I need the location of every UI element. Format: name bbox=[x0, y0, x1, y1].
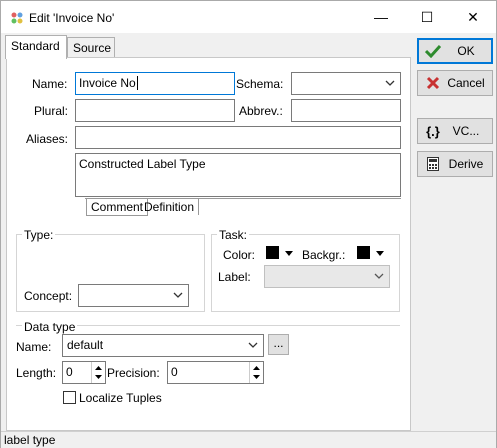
tab-source-label: Source bbox=[73, 41, 112, 55]
app-icon bbox=[9, 10, 25, 26]
subtab-comment[interactable]: Comment bbox=[86, 199, 149, 216]
cancel-button[interactable]: Cancel bbox=[417, 70, 493, 96]
spin-arrows-icon bbox=[95, 366, 102, 379]
tab-source[interactable]: Source bbox=[67, 37, 115, 59]
window-title: Edit 'Invoice No' bbox=[29, 11, 115, 25]
schema-select[interactable] bbox=[291, 72, 401, 95]
minimize-button[interactable]: — bbox=[358, 1, 404, 33]
title-bar[interactable]: Edit 'Invoice No' — ☐ ✕ bbox=[1, 1, 496, 33]
cancel-button-label: Cancel bbox=[447, 76, 485, 90]
localize-tuples-label[interactable]: Localize Tuples bbox=[79, 391, 162, 405]
tab-standard-label: Standard bbox=[11, 39, 60, 53]
name-label: Name: bbox=[32, 77, 68, 91]
chevron-down-icon bbox=[285, 251, 293, 256]
braces-icon: {.} bbox=[426, 123, 440, 139]
length-spinner[interactable]: 0 bbox=[62, 361, 106, 384]
abbrev-label: Abbrev.: bbox=[239, 104, 283, 118]
subtab-comment-label: Comment bbox=[91, 200, 144, 214]
comment-text: Constructed Label Type bbox=[79, 157, 206, 171]
vc-button-label: VC... bbox=[452, 124, 480, 138]
precision-spinner[interactable]: 0 bbox=[167, 361, 264, 384]
browse-button-label: ... bbox=[273, 336, 284, 350]
localize-tuples-checkbox[interactable] bbox=[63, 391, 76, 404]
chevron-down-icon bbox=[173, 292, 183, 298]
backgr-label: Backgr.: bbox=[302, 248, 346, 262]
standard-panel: Name: Invoice No Schema: Plural: Abbrev.… bbox=[6, 57, 411, 431]
task-label-label: Label: bbox=[218, 270, 251, 284]
chevron-down-icon bbox=[376, 251, 384, 256]
subtab-definition-label: Definition bbox=[144, 200, 195, 214]
vc-button[interactable]: {.} VC... bbox=[417, 118, 493, 144]
ok-button-label: OK bbox=[457, 44, 475, 58]
datatype-browse-button[interactable]: ... bbox=[268, 334, 289, 355]
backgr-swatch bbox=[357, 246, 370, 259]
status-text: label type bbox=[4, 433, 56, 447]
chevron-down-icon bbox=[385, 80, 395, 86]
length-spin-buttons[interactable] bbox=[91, 362, 105, 383]
color-swatch bbox=[266, 246, 279, 259]
datatype-group-title: Data type bbox=[22, 320, 78, 334]
datatype-name-label: Name: bbox=[16, 340, 52, 354]
chevron-down-icon bbox=[374, 273, 384, 279]
aliases-label: Aliases: bbox=[26, 132, 69, 146]
color-label: Color: bbox=[223, 248, 256, 262]
tab-standard[interactable]: Standard bbox=[5, 35, 67, 59]
calculator-icon bbox=[422, 157, 444, 171]
aliases-input[interactable] bbox=[75, 126, 401, 149]
concept-select[interactable] bbox=[78, 284, 189, 307]
plural-input[interactable] bbox=[75, 99, 235, 122]
concept-label: Concept: bbox=[24, 289, 73, 303]
close-button[interactable]: ✕ bbox=[450, 1, 496, 33]
name-input[interactable]: Invoice No bbox=[75, 72, 235, 95]
comment-textarea[interactable]: Constructed Label Type bbox=[75, 153, 401, 197]
status-bar: label type bbox=[1, 431, 496, 448]
color-picker[interactable] bbox=[264, 245, 296, 261]
close-icon: ✕ bbox=[467, 8, 479, 25]
backgr-picker[interactable] bbox=[355, 245, 387, 261]
precision-value: 0 bbox=[171, 365, 178, 379]
length-value: 0 bbox=[66, 365, 73, 379]
abbrev-input[interactable] bbox=[291, 99, 401, 122]
name-input-value: Invoice No bbox=[79, 76, 136, 90]
dialog-window: Edit 'Invoice No' — ☐ ✕ Standard Source … bbox=[0, 0, 497, 448]
ok-button[interactable]: OK bbox=[417, 38, 493, 64]
chevron-down-icon bbox=[248, 342, 258, 348]
datatype-name-select[interactable]: default bbox=[62, 334, 264, 357]
x-icon bbox=[422, 76, 444, 90]
subtab-definition[interactable]: Definition bbox=[140, 199, 200, 215]
derive-button-label: Derive bbox=[448, 157, 484, 171]
checkmark-icon bbox=[422, 44, 444, 58]
type-group-title: Type: bbox=[22, 228, 56, 242]
minimize-icon: — bbox=[374, 9, 388, 25]
maximize-button[interactable]: ☐ bbox=[404, 1, 450, 33]
task-label-select[interactable] bbox=[264, 265, 390, 288]
datatype-name-value: default bbox=[67, 338, 104, 352]
plural-label: Plural: bbox=[34, 104, 69, 118]
task-group-title: Task: bbox=[217, 228, 250, 242]
spin-arrows-icon bbox=[253, 366, 260, 379]
maximize-icon: ☐ bbox=[420, 8, 434, 25]
schema-label: Schema: bbox=[236, 77, 284, 91]
length-label: Length: bbox=[16, 366, 57, 380]
derive-button[interactable]: Derive bbox=[417, 151, 493, 177]
precision-label: Precision: bbox=[107, 366, 160, 380]
precision-spin-buttons[interactable] bbox=[249, 362, 263, 383]
